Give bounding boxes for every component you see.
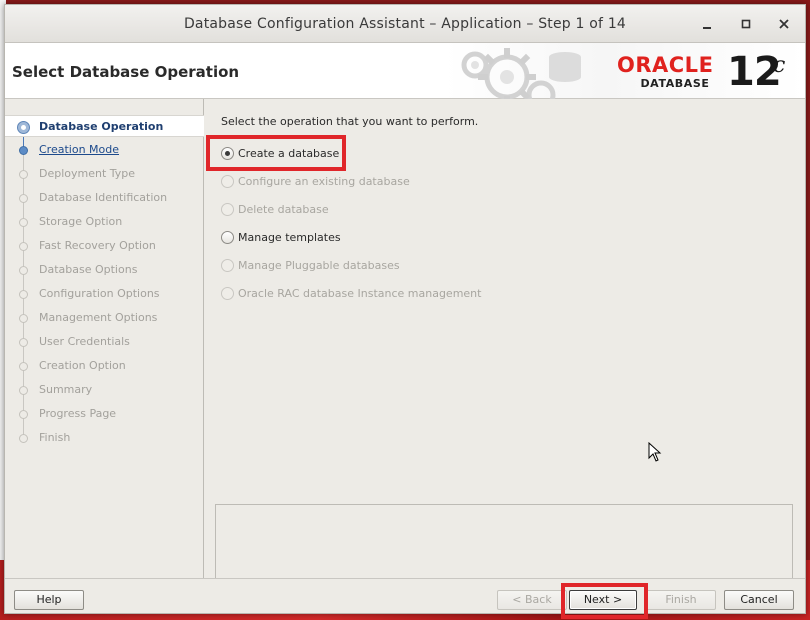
- gears-graphic-icon: [461, 48, 581, 99]
- radio-label: Oracle RAC database Instance management: [238, 287, 482, 300]
- radio-button: [221, 287, 234, 300]
- step-label: Summary: [39, 383, 93, 396]
- step-finish: Finish: [5, 427, 204, 449]
- finish-button: Finish: [646, 590, 716, 610]
- steps-sidebar: Database Operation Creation Mode Deploym…: [5, 99, 204, 578]
- step-dot-icon: [19, 290, 28, 299]
- step-dot-icon: [19, 434, 28, 443]
- oracle-logo: ORACLE DATABASE: [617, 55, 721, 93]
- radio-label: Manage Pluggable databases: [238, 259, 400, 272]
- mouse-pointer-icon: [648, 442, 662, 462]
- current-step-icon: [17, 121, 30, 134]
- help-button[interactable]: Help: [14, 590, 84, 610]
- oracle-database-label: DATABASE: [640, 77, 710, 90]
- content-panel: Select the operation that you want to pe…: [205, 99, 805, 581]
- step-label: Progress Page: [39, 407, 117, 420]
- step-label: Storage Option: [39, 215, 123, 228]
- radio-button[interactable]: [221, 231, 234, 244]
- minimize-icon: [703, 27, 711, 29]
- step-dot-icon: [19, 170, 28, 179]
- radio-button: [221, 203, 234, 216]
- window-title: Database Configuration Assistant – Appli…: [183, 16, 627, 32]
- step-label: Management Options: [39, 311, 158, 324]
- step-dot-icon: [19, 386, 28, 395]
- back-button: < Back: [497, 590, 567, 610]
- step-progress-page: Progress Page: [5, 403, 204, 425]
- step-database-options: Database Options: [5, 259, 204, 281]
- step-label: Creation Option: [39, 359, 126, 372]
- step-dot-icon: [19, 338, 28, 347]
- page-header: Select Database Operation ORACLE DATABAS…: [5, 43, 805, 99]
- step-label: Finish: [39, 431, 71, 444]
- step-dot-icon: [19, 266, 28, 275]
- close-icon: [779, 19, 789, 29]
- page-title: Select Database Operation: [12, 63, 240, 81]
- step-dot-icon: [19, 410, 28, 419]
- button-bar: Help < Back Next > Finish Cancel: [5, 578, 805, 619]
- step-database-operation[interactable]: Database Operation: [5, 115, 204, 137]
- step-label: Creation Mode: [39, 143, 120, 156]
- radio-label: Delete database: [238, 203, 329, 216]
- radio-button: [221, 175, 234, 188]
- step-fast-recovery-option: Fast Recovery Option: [5, 235, 204, 257]
- step-management-options: Management Options: [5, 307, 204, 329]
- cancel-button[interactable]: Cancel: [724, 590, 794, 610]
- step-database-identification: Database Identification: [5, 187, 204, 209]
- step-configuration-options: Configuration Options: [5, 283, 204, 305]
- message-area: [215, 504, 793, 581]
- step-deployment-type: Deployment Type: [5, 163, 204, 185]
- step-label: Database Options: [39, 263, 138, 276]
- step-user-credentials: User Credentials: [5, 331, 204, 353]
- step-dot-icon: [19, 242, 28, 251]
- step-creation-mode[interactable]: Creation Mode: [5, 139, 204, 161]
- minimize-button[interactable]: [696, 13, 718, 35]
- step-dot-icon: [19, 314, 28, 323]
- step-label: Fast Recovery Option: [39, 239, 156, 252]
- step-storage-option: Storage Option: [5, 211, 204, 233]
- radio-button[interactable]: [221, 147, 234, 160]
- close-button[interactable]: [773, 13, 795, 35]
- step-label: Deployment Type: [39, 167, 136, 180]
- step-label: Database Identification: [39, 191, 168, 204]
- dbca-window: Database Configuration Assistant – Appli…: [4, 4, 806, 619]
- radio-label: Configure an existing database: [238, 175, 410, 188]
- step-label: Database Operation: [39, 120, 164, 133]
- next-button[interactable]: Next >: [569, 590, 637, 610]
- step-label: User Credentials: [39, 335, 130, 348]
- radio-label: Create a database: [238, 147, 340, 160]
- step-label: Configuration Options: [39, 287, 160, 300]
- title-bar[interactable]: Database Configuration Assistant – Appli…: [5, 5, 805, 43]
- oracle-wordmark: ORACLE: [617, 53, 714, 77]
- maximize-button[interactable]: [735, 13, 757, 35]
- step-dot-icon: [19, 146, 28, 155]
- step-dot-icon: [19, 194, 28, 203]
- step-dot-icon: [19, 362, 28, 371]
- radio-label: Manage templates: [238, 231, 341, 244]
- step-creation-option: Creation Option: [5, 355, 204, 377]
- operation-prompt: Select the operation that you want to pe…: [221, 115, 479, 128]
- version-suffix: c: [773, 53, 786, 78]
- step-summary: Summary: [5, 379, 204, 401]
- step-dot-icon: [19, 218, 28, 227]
- radio-button: [221, 259, 234, 272]
- maximize-icon: [741, 19, 751, 29]
